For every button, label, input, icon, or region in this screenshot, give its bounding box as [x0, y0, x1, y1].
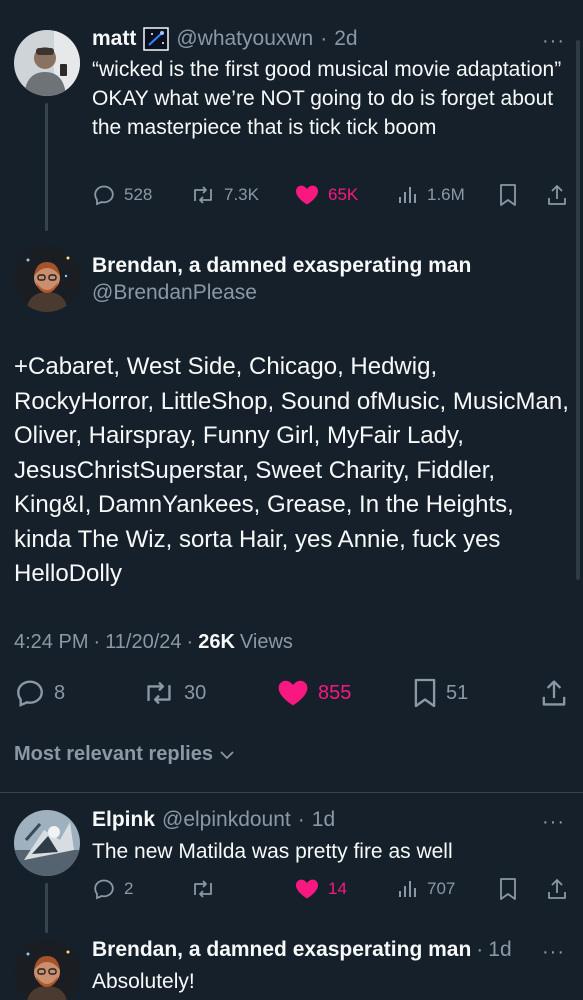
views-button[interactable]: 707	[397, 877, 455, 901]
bookmark-icon	[500, 878, 516, 900]
reply1-text: The new Matilda was pretty fire as well	[92, 840, 453, 863]
reply-count: 8	[54, 681, 66, 704]
author-name[interactable]: Brendan, a damned exasperating man	[92, 254, 471, 278]
like-count: 14	[328, 879, 347, 898]
more-options-icon[interactable]: ···	[542, 812, 565, 832]
main-post-text: +Cabaret, West Side, Chicago, Hedwig, Ro…	[14, 353, 569, 587]
reply-button[interactable]: 2	[92, 877, 133, 901]
reply-icon	[94, 185, 114, 206]
post1-text: “wicked is the first good musical movie …	[92, 58, 562, 139]
like-button[interactable]: 14	[294, 877, 347, 901]
bookmark-count: 51	[446, 681, 469, 704]
heart-filled-icon	[296, 879, 318, 899]
repost-icon	[194, 880, 212, 898]
sort-label: Most relevant replies	[14, 743, 213, 765]
reply-button[interactable]: 528	[92, 183, 152, 207]
repost-count: 30	[184, 681, 207, 704]
heart-filled-icon	[296, 185, 318, 205]
share-icon	[548, 879, 566, 899]
reply2-header: Brendan, a damned exasperating man · 1d	[92, 938, 512, 962]
main-actions: 8 30 855 51	[14, 677, 574, 711]
like-button[interactable]: 855	[276, 677, 351, 709]
views-count: 707	[427, 879, 456, 898]
views-button[interactable]: 1.6M	[397, 183, 465, 207]
bookmark-icon	[414, 678, 436, 708]
author-handle[interactable]: @BrendanPlease	[92, 281, 257, 305]
more-options-icon[interactable]: ···	[542, 31, 565, 51]
views-count: 1.6M	[427, 185, 465, 204]
views-chart-icon	[399, 881, 416, 897]
repost-icon	[194, 186, 212, 204]
views-count: 26K	[198, 631, 235, 653]
bookmark-button[interactable]	[498, 877, 518, 906]
timestamp[interactable]: 2d	[334, 27, 357, 51]
like-button[interactable]: 65K	[294, 183, 358, 207]
sort-replies-dropdown[interactable]: Most relevant replies	[14, 743, 235, 766]
separator: ·	[320, 27, 328, 50]
bookmark-icon	[500, 184, 516, 206]
reply-count: 528	[124, 185, 153, 204]
more-options-icon[interactable]: ···	[542, 942, 565, 962]
bookmark-button[interactable]	[498, 183, 518, 212]
avatar-brendan[interactable]	[14, 940, 80, 1000]
author-handle[interactable]: @whatyouxwn	[176, 27, 313, 51]
heart-filled-icon	[278, 680, 308, 706]
thread-connector	[45, 883, 48, 933]
avatar-brendan[interactable]	[14, 246, 80, 312]
share-button[interactable]	[546, 183, 568, 212]
post-meta: 4:24 PM · 11/20/24 · 26K Views	[14, 631, 293, 654]
separator: ·	[297, 808, 305, 831]
repost-button[interactable]: 7.3K	[190, 183, 259, 207]
separator: ·	[186, 631, 194, 653]
author-name[interactable]: Brendan, a damned exasperating man	[92, 938, 471, 962]
views-chart-icon	[399, 187, 416, 203]
scrollbar[interactable]	[576, 40, 580, 580]
timestamp[interactable]: 1d	[312, 808, 335, 832]
share-icon	[542, 680, 566, 706]
repost-count: 7.3K	[224, 185, 259, 204]
author-handle[interactable]: @elpinkdount	[162, 808, 291, 832]
separator: ·	[476, 938, 484, 961]
repost-button[interactable]	[190, 877, 224, 901]
reply-icon	[17, 680, 43, 707]
divider	[0, 792, 583, 793]
reply-icon	[94, 879, 114, 900]
timestamp[interactable]: 1d	[488, 938, 511, 962]
repost-icon	[147, 681, 171, 705]
share-icon	[548, 185, 566, 205]
reply1-actions: 2 14 707	[92, 875, 572, 903]
reply-count: 2	[124, 879, 134, 898]
reply2-text: Absolutely!	[92, 970, 195, 993]
author-name[interactable]: Elpink	[92, 808, 155, 832]
reply1-header: Elpink @elpinkdount · 1d	[92, 808, 335, 832]
thread-connector	[45, 103, 48, 231]
views-label: Views	[239, 631, 293, 653]
post1-actions: 528 7.3K 65K 1.6M	[92, 181, 572, 209]
bookmark-button[interactable]: 51	[412, 677, 468, 709]
chevron-down-icon	[220, 750, 234, 759]
post-time[interactable]: 4:24 PM	[14, 631, 88, 654]
sparkle-emoji-icon	[143, 27, 170, 51]
like-count: 65K	[328, 185, 359, 204]
post-date[interactable]: 11/20/24	[105, 631, 181, 654]
like-count: 855	[318, 681, 352, 704]
repost-button[interactable]: 30	[142, 677, 206, 709]
post1-header: matt @whatyouxwn · 2d	[92, 27, 358, 51]
author-name[interactable]: matt	[92, 27, 136, 51]
share-button[interactable]	[540, 677, 568, 714]
reply-button[interactable]: 8	[14, 677, 65, 709]
separator: ·	[93, 631, 101, 653]
share-button[interactable]	[546, 877, 568, 906]
avatar-elpink[interactable]	[14, 810, 80, 876]
avatar-matt[interactable]	[14, 30, 80, 96]
